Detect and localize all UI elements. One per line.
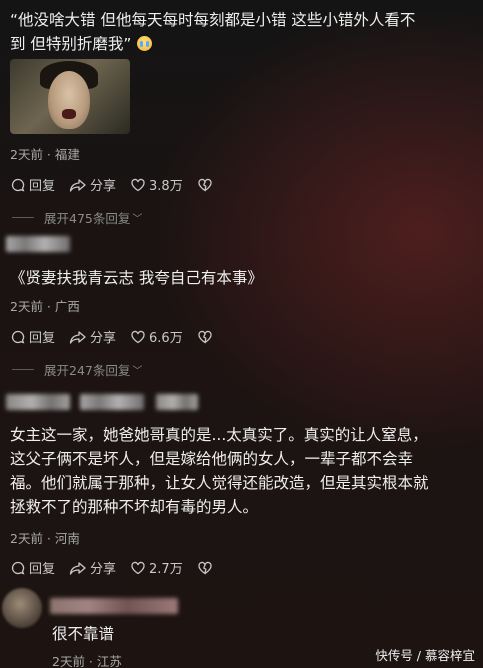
comment-1-like-button[interactable]: 3.8万 — [130, 175, 183, 194]
comment-3-actions: 回复 分享 2.7万 — [10, 558, 230, 577]
heart-icon — [131, 561, 145, 574]
comment-3-like-button[interactable]: 2.7万 — [130, 558, 183, 577]
chevron-down-icon: ﹀ — [132, 214, 143, 225]
comment-1-expand-replies[interactable]: 展开475条回复 ﹀ — [12, 208, 142, 227]
avatar[interactable] — [2, 588, 42, 628]
comment-1-reply-button[interactable]: 回复 — [10, 175, 55, 194]
comment-1-share-button[interactable]: 分享 — [69, 175, 116, 194]
comment-1-dislike-button[interactable] — [197, 177, 216, 193]
comment-3-username-blurred-1 — [6, 394, 70, 410]
broken-heart-icon — [198, 178, 212, 192]
comment-2-like-button[interactable]: 6.6万 — [130, 327, 183, 346]
reply-username-blurred — [50, 598, 178, 614]
comment-3-line-1: 女主这一家，她爸她哥真的是...太真实了。真实的让人窒息， — [10, 426, 428, 444]
share-icon — [69, 561, 86, 575]
comment-1-image[interactable] — [10, 59, 130, 134]
comment-list: “他没啥大错 但他每天每时每刻都是小错 这些小错外人看不 到 但特别折磨我” 2… — [0, 0, 483, 668]
comment-3-line-2: 这父子俩不是坏人，但是嫁给他俩的女人，一辈子都不会幸 — [10, 450, 414, 468]
reply-text: 很不靠谱 — [52, 625, 115, 643]
comment-2-reply-button[interactable]: 回复 — [10, 327, 55, 346]
comment-1-text: “他没啥大错 但他每天每时每刻都是小错 这些小错外人看不 到 但特别折磨我” — [10, 8, 480, 56]
comment-2-expand-replies[interactable]: 展开247条回复 ﹀ — [12, 360, 142, 379]
comment-1-actions: 回复 分享 3.8万 — [10, 175, 230, 194]
chevron-down-icon: ﹀ — [132, 366, 143, 377]
reply-icon — [11, 561, 25, 575]
heart-icon — [131, 330, 145, 343]
heart-icon — [131, 178, 145, 191]
crying-face-icon — [137, 36, 153, 51]
comment-2-actions: 回复 分享 6.6万 — [10, 327, 230, 346]
share-icon — [69, 178, 86, 192]
comment-2-text: 《贤妻扶我青云志 我夸自己有本事》 — [10, 269, 263, 287]
comment-3-text: 女主这一家，她爸她哥真的是...太真实了。真实的让人窒息， 这父子俩不是坏人，但… — [10, 423, 480, 519]
comment-2-share-button[interactable]: 分享 — [69, 327, 116, 346]
reply-icon — [11, 330, 25, 344]
reply-meta: 2天前 · 江苏 — [52, 654, 122, 668]
comment-2-username-blurred — [6, 236, 70, 252]
comment-3-username-blurred-3 — [156, 394, 198, 410]
comment-2-dislike-button[interactable] — [197, 329, 216, 345]
share-icon — [69, 330, 86, 344]
comment-2-meta: 2天前 · 广西 — [10, 299, 80, 314]
comment-3-dislike-button[interactable] — [197, 560, 216, 576]
reply-icon — [11, 178, 25, 192]
comment-3-reply-button[interactable]: 回复 — [10, 558, 55, 577]
broken-heart-icon — [198, 561, 212, 575]
comment-3-share-button[interactable]: 分享 — [69, 558, 116, 577]
comment-3-line-4: 拯救不了的那种不坏却有毒的男人。 — [10, 498, 259, 516]
broken-heart-icon — [198, 330, 212, 344]
comment-3-meta: 2天前 · 河南 — [10, 531, 80, 546]
comment-3-username-blurred-2 — [80, 394, 144, 410]
comment-1-line-1: “他没啥大错 但他每天每时每刻都是小错 这些小错外人看不 — [10, 11, 416, 29]
watermark: 快传号 / 慕容梓宜 — [375, 648, 475, 663]
comment-1-meta: 2天前 · 福建 — [10, 147, 80, 162]
comment-3-line-3: 福。他们就属于那种，让女人觉得还能改造，但是其实根本就 — [10, 474, 429, 492]
comment-1-line-2: 到 但特别折磨我” — [10, 32, 480, 56]
